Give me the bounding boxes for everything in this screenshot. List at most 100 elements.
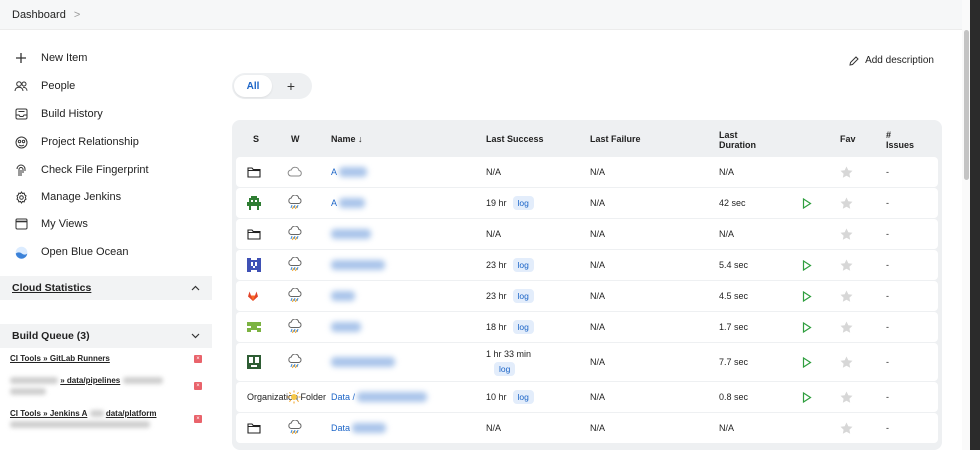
page-scrollbar[interactable] [962,0,970,450]
queue-item-link-secondary[interactable]: data/platform [106,409,157,418]
job-name-text[interactable]: Data [331,423,350,433]
queue-item[interactable]: CI Tools » Jenkins A data/platform [10,408,210,430]
sidebar-item-people[interactable]: People [12,75,75,97]
job-name-link[interactable]: Data [331,413,387,443]
table-row[interactable]: 18 hr log N/A 1.7 sec - [236,312,938,342]
job-name-link[interactable]: A [331,188,366,218]
last-failure-text: N/A [590,392,606,402]
favorite-star-icon[interactable] [840,219,853,249]
add-description-button[interactable]: Add description [849,55,934,66]
queue-item-link[interactable]: CI Tools » GitLab Runners [10,354,110,363]
window-edge [970,0,980,450]
sidebar-item-project-relationship[interactable]: Project Relationship [12,131,139,153]
job-name-link[interactable] [331,219,371,249]
job-name-link[interactable] [331,343,395,381]
job-name-text[interactable]: A [331,198,337,208]
job-name-link[interactable] [331,312,361,342]
queue-item-link[interactable]: » data/pipelines [60,376,120,385]
job-name-link[interactable] [331,250,385,280]
folder-icon [247,219,261,249]
chevron-down-icon[interactable] [191,331,200,342]
column-last-duration[interactable]: Last Duration [719,130,756,150]
table-row[interactable]: Data N/A N/A N/A - [236,413,938,443]
rain-weather-icon [287,312,303,342]
cancel-queue-item-icon[interactable]: × [194,355,202,363]
last-failure-text: N/A [590,260,606,270]
sidebar-item-my-views[interactable]: My Views [12,213,88,235]
build-now-play-icon[interactable] [802,250,812,280]
view-tabs: All + [232,73,312,99]
job-name-link[interactable] [331,281,355,311]
sidebar-item-build-history[interactable]: Build History [12,103,103,125]
favorite-star-icon[interactable] [840,413,853,443]
column-issues-line1: # [886,130,892,140]
favorite-star-icon[interactable] [840,188,853,218]
log-link[interactable]: log [494,361,516,376]
issues-count: - [886,322,889,332]
column-last-failure[interactable]: Last Failure [590,134,641,144]
last-success-cell: 23 hr log [486,281,534,311]
scrollbar-thumb[interactable] [964,30,969,180]
sidebar-item-open-blue-ocean[interactable]: Open Blue Ocean [12,241,128,263]
favorite-star-icon[interactable] [840,382,853,412]
job-name-link[interactable]: Data / [331,382,428,412]
cancel-queue-item-icon[interactable]: × [194,382,202,390]
column-issues[interactable]: # Issues [886,130,914,150]
sidebar-item-manage-jenkins[interactable]: Manage Jenkins [12,186,121,208]
log-link[interactable]: log [512,390,534,404]
column-name[interactable]: Name ↓ [331,134,363,144]
favorite-star-icon[interactable] [840,250,853,280]
queue-item-link[interactable]: CI Tools » Jenkins A [10,409,87,418]
breadcrumb-dashboard[interactable]: Dashboard [12,9,66,21]
job-name-text[interactable]: A [331,167,337,177]
table-row[interactable]: N/A N/A N/A - [236,219,938,249]
table-row[interactable]: A N/A N/A N/A - [236,157,938,187]
last-duration-text: N/A [719,167,735,177]
build-queue-panel-header[interactable]: Build Queue (3) [0,324,212,348]
column-fav[interactable]: Fav [840,134,856,144]
job-name-text[interactable]: Data / [331,392,355,402]
cancel-queue-item-icon[interactable]: × [194,415,202,423]
column-weather[interactable]: W [291,134,300,144]
table-row[interactable]: 1 hr 33 min log N/A 7.7 sec - [236,343,938,381]
sidebar-item-new-item[interactable]: New Item [12,47,87,69]
log-link[interactable]: log [512,320,534,334]
add-view-button[interactable]: + [272,75,310,97]
table-row[interactable]: 23 hr log N/A 4.5 sec - [236,281,938,311]
window-icon [12,215,30,233]
blurred-text [89,410,104,418]
favorite-star-icon[interactable] [840,343,853,381]
last-success-cell: 18 hr log [486,312,534,342]
log-link[interactable]: log [512,258,534,272]
tab-all[interactable]: All [234,75,272,97]
log-link[interactable]: log [512,289,534,303]
build-now-play-icon[interactable] [802,281,812,311]
column-status[interactable]: S [253,134,259,144]
build-now-play-icon[interactable] [802,312,812,342]
gitlab-icon [247,281,259,311]
build-now-play-icon[interactable] [802,343,812,381]
build-now-play-icon[interactable] [802,382,812,412]
cloud-statistics-link[interactable]: Cloud Statistics [12,282,91,294]
column-last-success[interactable]: Last Success [486,134,544,144]
blurred-text [10,421,150,429]
cloud-statistics-panel-header[interactable]: Cloud Statistics [0,276,212,300]
favorite-star-icon[interactable] [840,157,853,187]
favorite-star-icon[interactable] [840,312,853,342]
chevron-up-icon[interactable] [191,283,200,294]
table-row[interactable]: Organization Folder Data /10 hr log N/A 0.8 … [236,382,938,412]
issues-count: - [886,229,889,239]
blurred-name [339,198,366,208]
table-row[interactable]: A 19 hr log N/A 42 sec - [236,188,938,218]
favorite-star-icon[interactable] [840,281,853,311]
job-name-link[interactable]: A [331,157,368,187]
build-now-play-icon[interactable] [802,188,812,218]
log-link[interactable]: log [512,196,534,210]
queue-item[interactable]: » data/pipelines [10,375,210,397]
issues-count: - [886,392,889,402]
last-duration-text: 0.8 sec [719,392,749,402]
breadcrumb-chevron-icon[interactable]: > [74,9,80,21]
queue-item[interactable]: CI Tools » GitLab Runners [10,353,210,364]
sidebar-item-check-file-fingerprint[interactable]: Check File Fingerprint [12,159,149,181]
table-row[interactable]: 23 hr log N/A 5.4 sec - [236,250,938,280]
